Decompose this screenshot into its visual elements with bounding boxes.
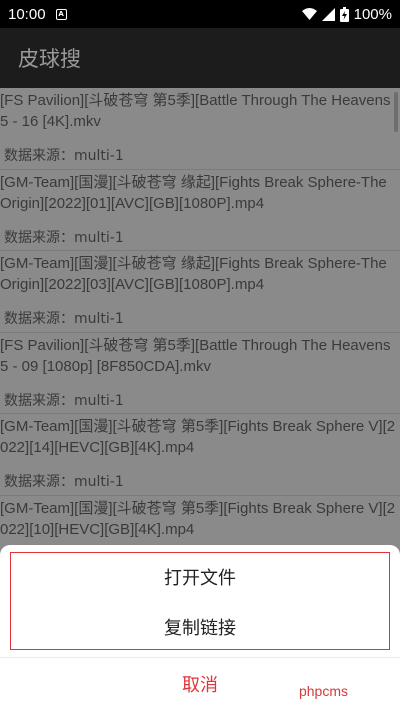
status-icons: 100%: [301, 5, 392, 23]
item-source: 数据来源：multi-1: [4, 148, 124, 164]
list-item[interactable]: [GM-Team][国漫][斗破苍穹 缘起][Fights Break Sphe…: [0, 170, 400, 251]
item-title: [GM-Team][国漫][斗破苍穹 缘起][Fights Break Sphe…: [0, 255, 387, 293]
item-source: 数据来源：multi-1: [4, 229, 124, 246]
item-title: [FS Pavilion][斗破苍穹 第5季][Battle Through T…: [0, 92, 391, 130]
item-title: [GM-Team][国漫][斗破苍穹 第5季][Fights Break Sph…: [0, 499, 396, 538]
battery-percent: 100%: [353, 5, 392, 23]
item-title: [GM-Team][国漫][斗破苍穹 第5季][Fights Break Sph…: [0, 418, 396, 456]
signal-icon: [321, 7, 335, 21]
status-bar: 10:00 A 100%: [0, 0, 400, 28]
scrollbar[interactable]: [394, 92, 398, 132]
watermark: phpcms: [298, 683, 348, 699]
status-time: 10:00: [8, 5, 46, 23]
item-source: 数据来源：multi-1: [4, 392, 124, 409]
wifi-icon: [301, 7, 317, 20]
notification-icon: A: [55, 8, 67, 20]
list-item[interactable]: [FS Pavilion][斗破苍穹 第5季][Battle Through T…: [0, 333, 400, 414]
item-source: 数据来源：multi-1: [4, 474, 124, 490]
result-list[interactable]: [FS Pavilion][斗破苍穹 第5季][Battle Through T…: [0, 88, 400, 558]
item-source: 数据来源：multi-1: [4, 311, 124, 327]
divider: [0, 657, 400, 658]
app-title: 皮球搜: [18, 47, 81, 71]
list-item[interactable]: [FS Pavilion][斗破苍穹 第5季][Battle Through T…: [0, 88, 400, 170]
options-group: 打开文件 复制链接: [10, 552, 390, 650]
copy-link-button[interactable]: 复制链接: [11, 603, 389, 651]
battery-icon: [339, 6, 349, 22]
item-title: [FS Pavilion][斗破苍穹 第5季][Battle Through T…: [0, 336, 391, 375]
open-file-button[interactable]: 打开文件: [11, 553, 389, 601]
list-item[interactable]: [GM-Team][国漫][斗破苍穹 缘起][Fights Break Sphe…: [0, 251, 400, 333]
list-item[interactable]: [GM-Team][国漫][斗破苍穹 第5季][Fights Break Sph…: [0, 414, 400, 496]
app-bar: 皮球搜: [0, 28, 400, 88]
item-title: [GM-Team][国漫][斗破苍穹 缘起][Fights Break Sphe…: [0, 173, 387, 212]
